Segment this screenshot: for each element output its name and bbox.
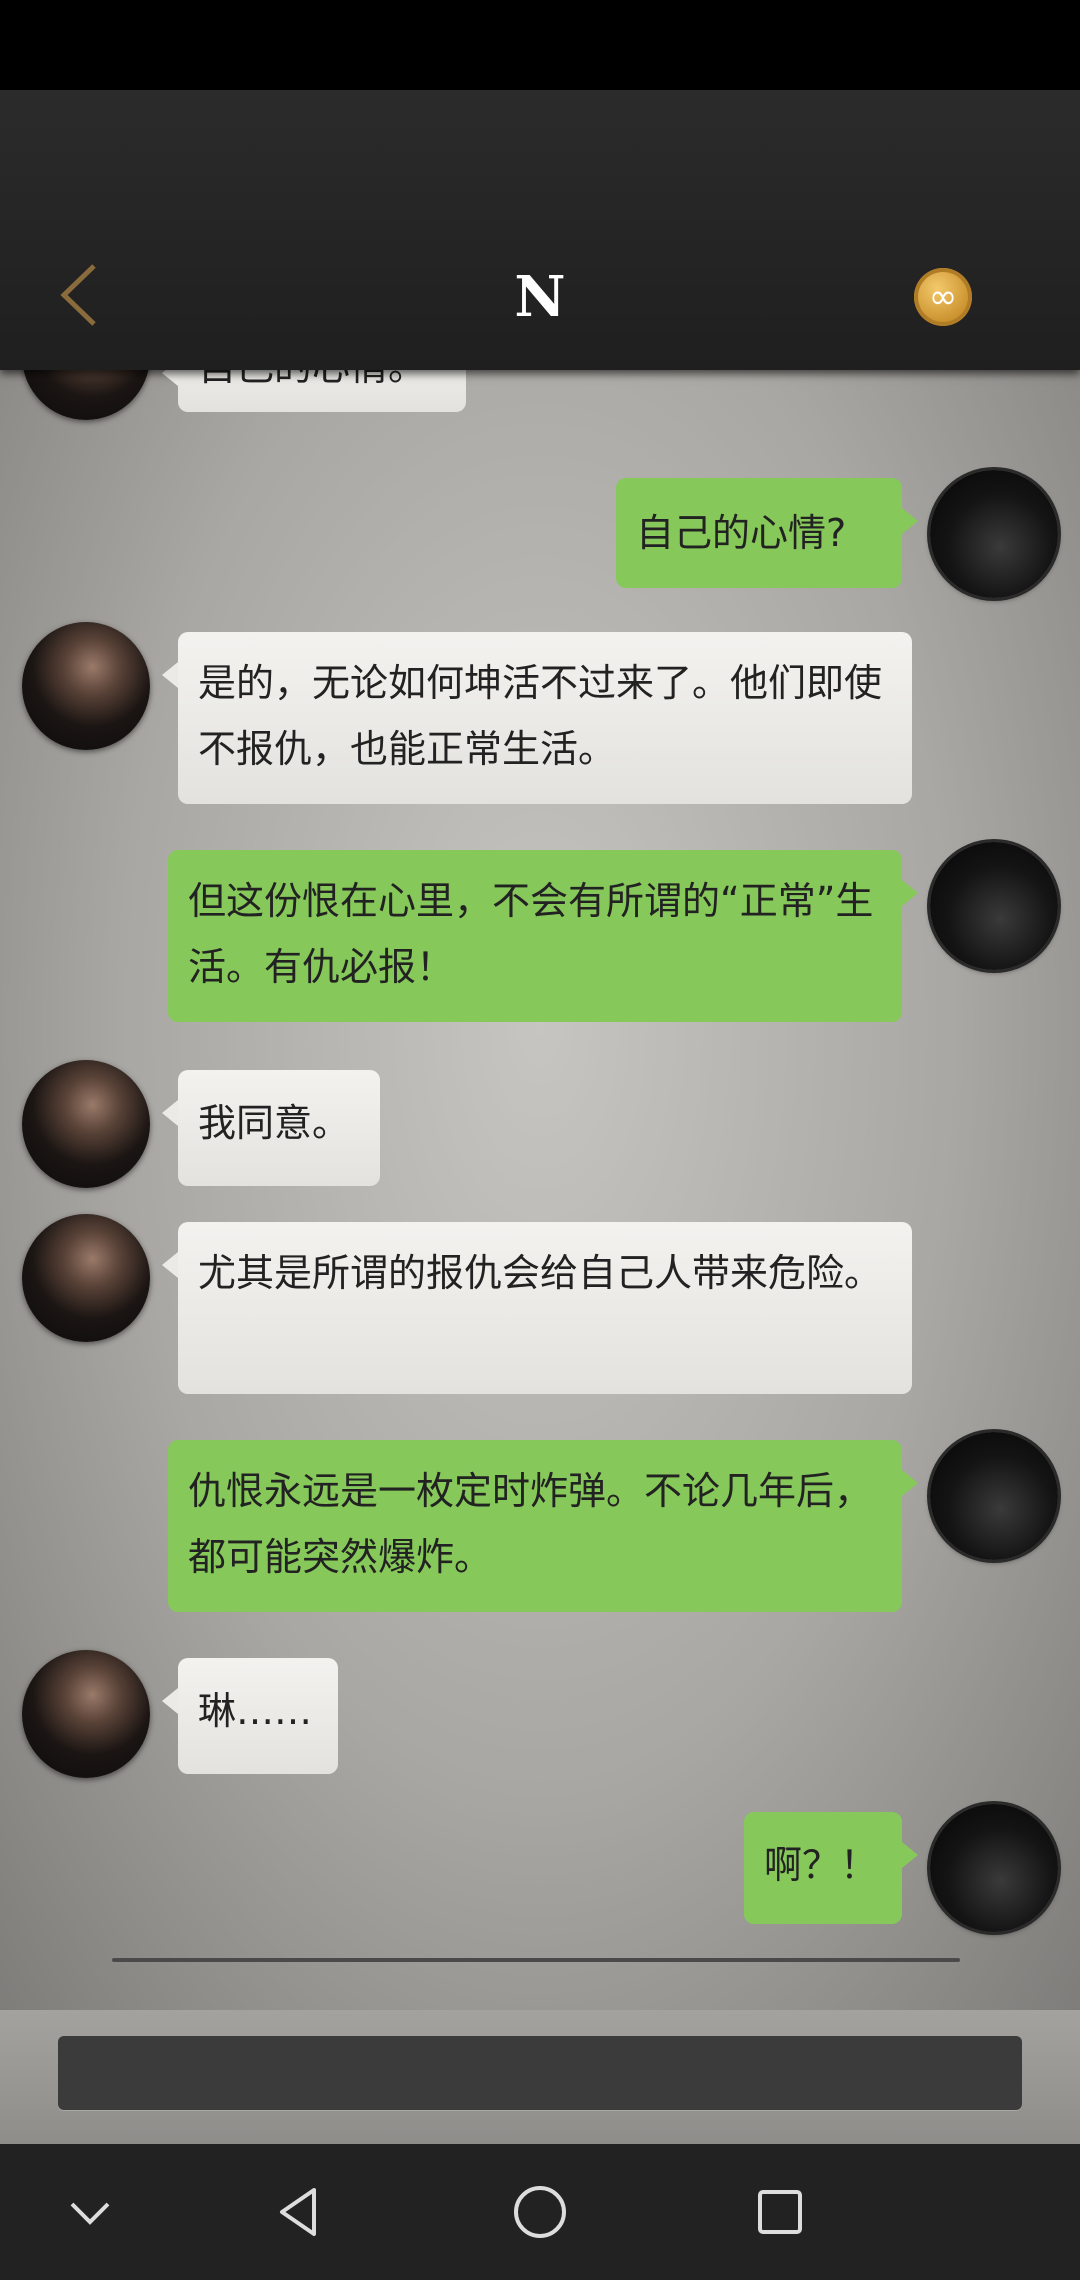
divider — [112, 1958, 960, 1962]
user-avatar[interactable] — [930, 1432, 1058, 1560]
message-text: 我同意。 — [198, 1101, 351, 1145]
contact-avatar[interactable] — [22, 1214, 150, 1342]
message-bubble-right[interactable]: 仇恨永远是一枚定时炸弹。不论几年后，都可能突然爆炸。 — [168, 1440, 918, 1612]
message-bubble-left[interactable]: 我同意。 — [162, 1070, 380, 1186]
contact-avatar[interactable] — [22, 1650, 150, 1778]
message-bubble-left[interactable]: 是的，无论如何坤活不过来了。他们即使不报仇，也能正常生活。 — [162, 632, 912, 804]
infinity-coin-icon[interactable]: ∞ — [914, 268, 972, 326]
message-text: 琳…… — [198, 1689, 313, 1733]
message-text: 啊？！ — [764, 1843, 879, 1887]
status-bar — [0, 0, 1080, 90]
coin-symbol: ∞ — [928, 277, 958, 317]
system-nav-bar — [0, 2144, 1080, 2280]
message-text: 仇恨永远是一枚定时炸弹。不论几年后，都可能突然爆炸。 — [188, 1469, 873, 1579]
back-triangle-icon — [280, 2188, 316, 2236]
message-text: 尤其是所谓的报仇会给自己人带来危险。 — [198, 1251, 883, 1295]
user-avatar[interactable] — [930, 842, 1058, 970]
message-text: 但这份恨在心里，不会有所谓的“正常”生活。有仇必报！ — [188, 879, 874, 989]
message-text: 自己的心情? — [636, 511, 847, 555]
message-list[interactable]: 自己的心情。 自己的心情? 是的，无论如何坤活不过来了。他们即使不报仇，也能正常… — [0, 370, 1080, 2010]
message-text: 是的，无论如何坤活不过来了。他们即使不报仇，也能正常生活。 — [198, 661, 883, 771]
chevron-down-icon — [70, 2202, 110, 2225]
message-bubble-left[interactable]: 尤其是所谓的报仇会给自己人带来危险。 — [162, 1222, 912, 1394]
message-input[interactable] — [58, 2036, 1022, 2110]
message-bubble-left[interactable]: 自己的心情。 — [162, 370, 466, 412]
contact-avatar[interactable] — [22, 622, 150, 750]
message-bubble-right[interactable]: 自己的心情? — [616, 478, 918, 588]
contact-avatar[interactable] — [22, 370, 150, 420]
nav-back-button[interactable] — [270, 2182, 330, 2242]
nav-recents-button[interactable] — [750, 2182, 810, 2242]
home-circle-icon — [514, 2186, 566, 2238]
message-text: 自己的心情。 — [198, 370, 426, 389]
nav-home-button[interactable] — [510, 2182, 570, 2242]
input-bar — [0, 2010, 1080, 2144]
recents-square-icon — [758, 2190, 802, 2234]
message-bubble-right[interactable]: 啊？！ — [744, 1812, 918, 1924]
message-bubble-right[interactable]: 但这份恨在心里，不会有所谓的“正常”生活。有仇必报！ — [168, 850, 918, 1022]
user-avatar[interactable] — [930, 1804, 1058, 1932]
message-bubble-left[interactable]: 琳…… — [162, 1658, 338, 1774]
nav-hide-button[interactable] — [60, 2182, 120, 2242]
user-avatar[interactable] — [930, 470, 1058, 598]
contact-avatar[interactable] — [22, 1060, 150, 1188]
